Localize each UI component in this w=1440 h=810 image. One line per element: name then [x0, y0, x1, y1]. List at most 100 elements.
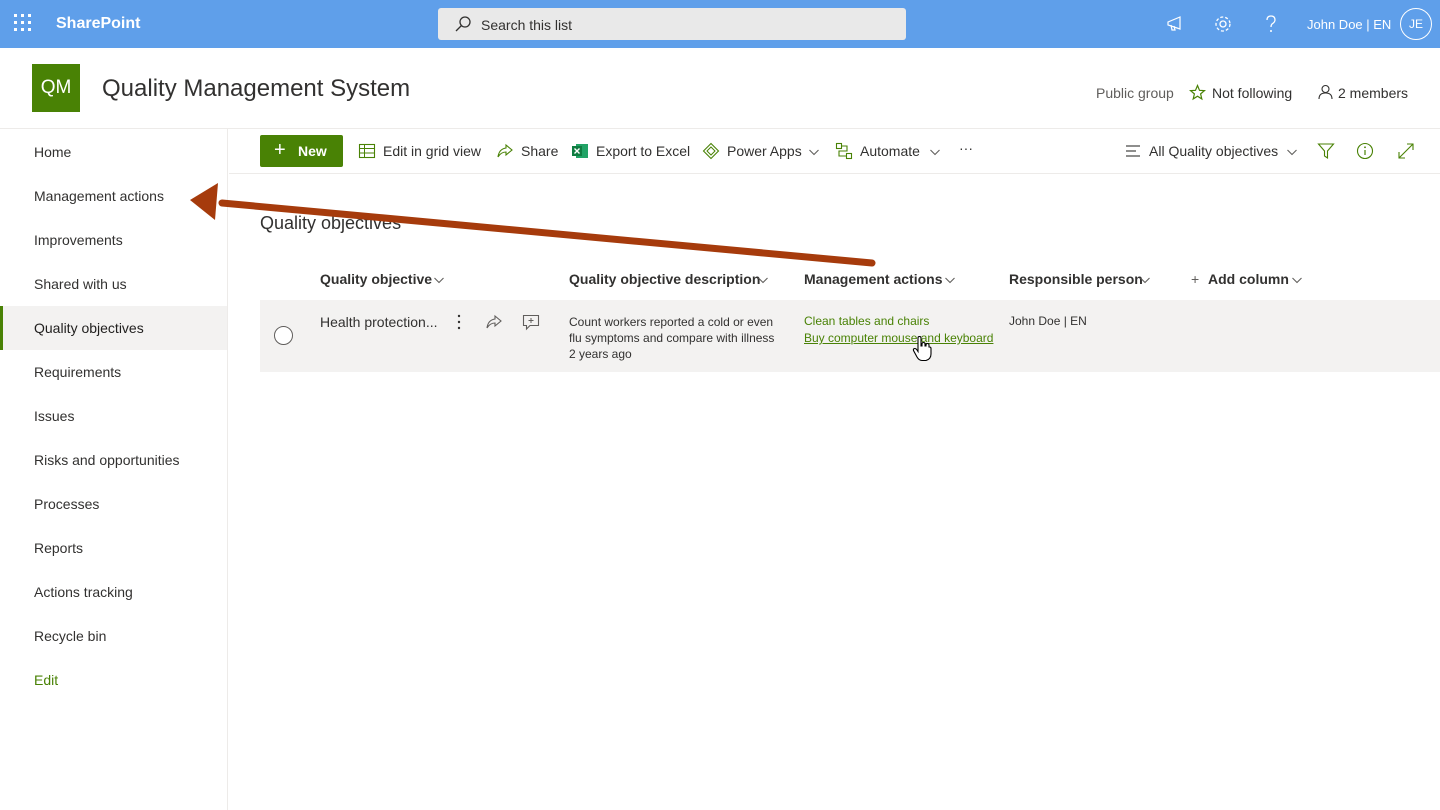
automate-label: Automate — [860, 143, 920, 159]
plus-icon: + — [1191, 271, 1200, 287]
more-commands-button[interactable]: ··· — [959, 140, 981, 160]
row-select-checkbox[interactable] — [274, 326, 293, 345]
nav-item-improvements[interactable]: Improvements — [0, 218, 227, 262]
column-header-label: Quality objective — [320, 271, 433, 287]
chevron-down-icon — [1292, 277, 1302, 284]
share-icon[interactable] — [485, 313, 503, 331]
add-column-button[interactable]: + Add column — [1191, 271, 1307, 287]
follow-label: Not following — [1212, 85, 1293, 101]
list-title: Quality objectives — [260, 213, 402, 233]
view-list-icon — [1126, 145, 1140, 157]
info-icon[interactable] — [1356, 142, 1374, 160]
nav-item-label: Processes — [34, 496, 100, 512]
edit-grid-view-label: Edit in grid view — [383, 143, 482, 159]
expand-icon[interactable] — [1397, 142, 1415, 160]
nav-item-processes[interactable]: Processes — [0, 482, 227, 526]
column-header-quality-objective[interactable]: Quality objective — [320, 271, 450, 287]
share-icon — [497, 143, 513, 158]
column-header-label: Quality objective description — [569, 271, 761, 287]
star-icon — [1189, 84, 1206, 101]
nav-item-label: Actions tracking — [34, 584, 133, 600]
chevron-down-icon — [434, 277, 444, 284]
view-selector[interactable]: All Quality objectives — [1124, 142, 1300, 160]
description-line: flu symptoms and compare with illness — [569, 331, 775, 345]
privacy-label: Public group — [1096, 85, 1174, 101]
nav-item-label: Management actions — [34, 188, 164, 204]
power-apps-button[interactable]: Power Apps — [702, 142, 822, 160]
row-title[interactable]: Health protection... — [320, 314, 438, 330]
site-logo[interactable]: QM — [32, 64, 80, 112]
page-title[interactable]: Quality Management System — [102, 75, 410, 103]
waffle-icon[interactable] — [14, 14, 34, 34]
nav-item-label: Home — [34, 144, 72, 160]
nav-item-label: Recycle bin — [34, 628, 107, 644]
row-description: Count workers reported a cold or even fl… — [569, 314, 784, 362]
nav-edit-link[interactable]: Edit — [0, 658, 227, 702]
grid-icon — [358, 143, 376, 159]
share-label: Share — [521, 143, 559, 159]
nav-item-recycle-bin[interactable]: Recycle bin — [0, 614, 227, 658]
nav-item-label: Shared with us — [34, 276, 127, 292]
nav-item-label: Risks and opportunities — [34, 452, 180, 468]
help-icon[interactable] — [1260, 13, 1282, 35]
gear-icon[interactable] — [1212, 13, 1234, 35]
search-placeholder: Search this list — [481, 17, 573, 33]
nav-item-label: Quality objectives — [34, 320, 144, 336]
nav-item-reports[interactable]: Reports — [0, 526, 227, 570]
column-header-management-actions[interactable]: Management actions — [804, 271, 964, 287]
share-button[interactable]: Share — [496, 142, 558, 160]
modified-date: 2 years ago — [569, 347, 632, 361]
more-vertical-icon[interactable] — [450, 313, 468, 331]
nav-item-label: Issues — [34, 408, 75, 424]
more-icon: ··· — [959, 140, 973, 156]
nav-item-actions-tracking[interactable]: Actions tracking — [0, 570, 227, 614]
nav-item-label: Requirements — [34, 364, 122, 380]
nav-item-risks-and-opportunities[interactable]: Risks and opportunities — [0, 438, 227, 482]
comment-icon[interactable] — [522, 313, 540, 331]
new-label: New — [298, 143, 327, 159]
column-header-description[interactable]: Quality objective description — [569, 271, 775, 287]
plus-icon: + — [274, 139, 286, 161]
person-icon — [1318, 84, 1333, 100]
hand-cursor-icon — [912, 336, 932, 362]
nav-item-issues[interactable]: Issues — [0, 394, 227, 438]
chevron-down-icon — [809, 149, 819, 156]
avatar[interactable]: JE — [1400, 8, 1432, 40]
column-header-label: Management actions — [804, 271, 943, 287]
nav-item-label: Reports — [34, 540, 84, 556]
edit-grid-view-button[interactable]: Edit in grid view — [358, 142, 484, 160]
column-header-label: Responsible person — [1009, 271, 1143, 287]
management-action-link[interactable]: Clean tables and chairs — [804, 314, 929, 328]
app-name[interactable]: SharePoint — [56, 15, 140, 33]
export-to-excel-button[interactable]: Export to Excel — [571, 142, 691, 160]
excel-icon — [572, 144, 588, 158]
column-header-responsible-person[interactable]: Responsible person — [1009, 271, 1155, 287]
automate-button[interactable]: Automate — [835, 142, 943, 160]
members-label: 2 members — [1338, 85, 1409, 101]
nav-item-shared-with-us[interactable]: Shared with us — [0, 262, 227, 306]
nav-item-label: Improvements — [34, 232, 123, 248]
export-to-excel-label: Export to Excel — [596, 143, 691, 159]
nav-item-home[interactable]: Home — [0, 130, 227, 174]
nav-edit-label: Edit — [34, 672, 59, 688]
management-action-link[interactable]: Buy computer mouse and keyboard — [804, 331, 993, 345]
nav-item-requirements[interactable]: Requirements — [0, 350, 227, 394]
filter-icon[interactable] — [1317, 142, 1335, 160]
description-line: Count workers reported a cold or even — [569, 315, 774, 329]
power-apps-label: Power Apps — [727, 143, 802, 159]
flow-icon — [835, 142, 853, 160]
search-icon — [455, 16, 471, 32]
chevron-down-icon — [930, 149, 940, 156]
megaphone-icon[interactable] — [1165, 13, 1187, 35]
add-column-label: Add column — [1208, 271, 1289, 287]
suite-bar: SharePoint Search this list John Doe | E… — [0, 0, 1440, 48]
responsible-person[interactable]: John Doe | EN — [1009, 314, 1087, 328]
nav-item-management-actions[interactable]: Management actions — [0, 174, 227, 218]
view-selector-label: All Quality objectives — [1149, 143, 1279, 159]
power-apps-icon — [702, 142, 720, 160]
nav-item-quality-objectives[interactable]: Quality objectives — [0, 306, 227, 350]
chevron-down-icon — [758, 277, 768, 284]
search-box[interactable]: Search this list — [438, 8, 906, 40]
user-name[interactable]: John Doe | EN — [1307, 17, 1391, 32]
new-button[interactable]: + New — [260, 135, 343, 167]
